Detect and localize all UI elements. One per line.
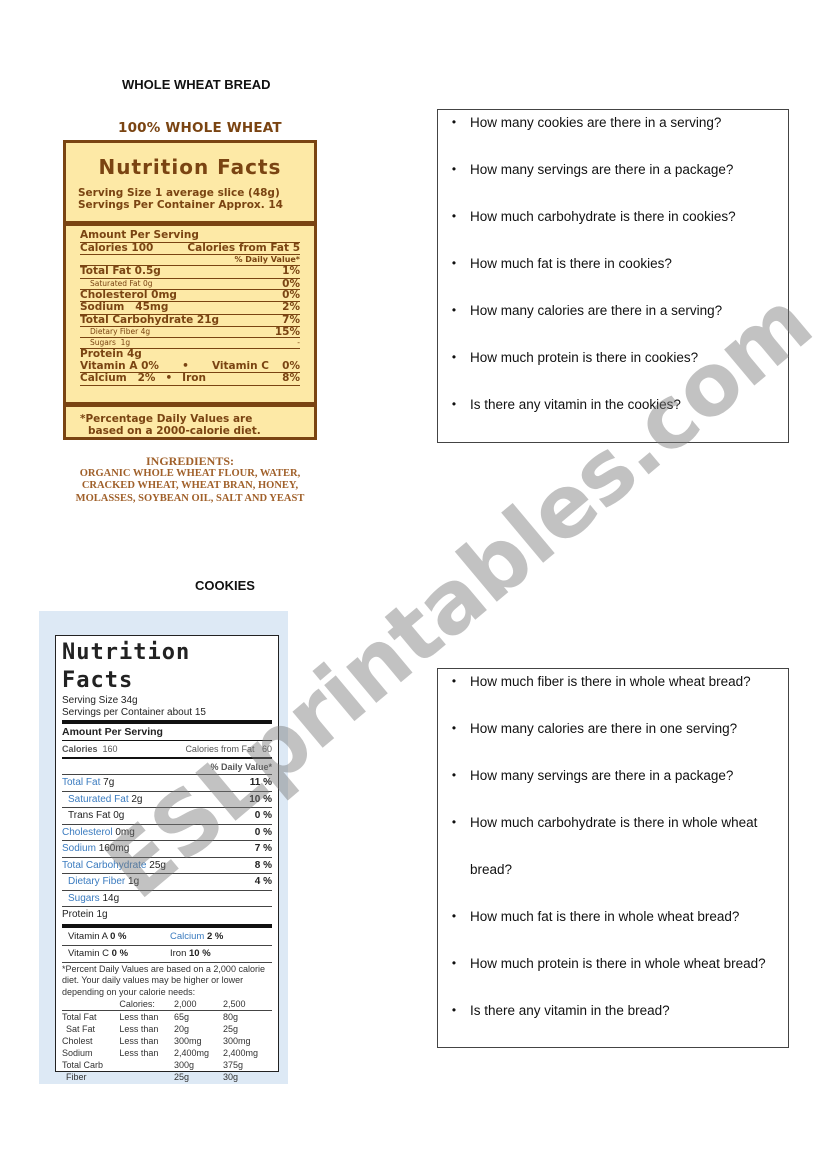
dv-table-row: Total Fat Less than 65g 80g	[62, 1012, 239, 1022]
bread-nutrient-row: Total Fat 0.5g 1%	[80, 265, 300, 279]
cookie-label-title: Nutrition Facts	[62, 640, 191, 693]
ingredients-line: CRACKED WHEAT, WHEAT BRAN, HONEY,	[81, 480, 299, 491]
bread-footnote: *Percentage Daily Values are based on a …	[80, 412, 261, 437]
bread-servings-per-container: Servings Per Container Approx. 14	[78, 199, 283, 211]
cookie-nutrient-row: Cholesterol 0mg 0 %	[62, 823, 272, 841]
cookie-nutrition-label: Nutrition Facts Serving Size 34g Serving…	[55, 635, 279, 1082]
bread-nutrient-row: Protein 4g	[80, 348, 142, 360]
bullet-icon: •	[451, 350, 457, 364]
cookie-footnote: *Percent Daily Values are based on a 2,0…	[62, 961, 272, 999]
bullet-icon: •	[451, 956, 457, 970]
bullet-icon: •	[451, 815, 457, 829]
cookie-nutrient-row: Trans Fat 0g 0 %	[62, 807, 272, 824]
question-item: • How much fiber is there in whole wheat …	[438, 658, 788, 705]
bullet-icon: •	[451, 256, 457, 270]
bread-amount-per-serving: Amount Per Serving	[80, 229, 300, 243]
bullet-icon: •	[451, 768, 457, 782]
bullet-icon: •	[451, 162, 457, 176]
cookie-nutrient-row: Dietary Fiber 1g 4 %	[62, 873, 272, 890]
bullet-icon: •	[451, 674, 457, 688]
bullet-icon: •	[451, 721, 457, 735]
question-item: • How much protein is there in whole whea…	[438, 940, 788, 987]
bread-nutrient-row: Dietary Fiber 4g 15%	[80, 327, 300, 338]
question-item: • How many calories are there in one serv…	[438, 705, 788, 752]
bread-brand: 100% WHOLE WHEAT	[118, 120, 282, 136]
question-item-continuation: bread?	[470, 862, 513, 877]
bullet-icon: •	[451, 209, 457, 223]
bread-ingredients: INGREDIENTS: ORGANIC WHOLE WHEAT FLOUR, …	[63, 455, 317, 505]
bread-nutrient-row: Total Carbohydrate 21g 7%	[80, 313, 300, 327]
cookie-amount-per-serving: Amount Per Serving	[62, 726, 163, 738]
question-item: • How much fat is there in cookies?	[438, 240, 788, 287]
cookie-nutrient-row: Sodium 160mg 7 %	[62, 840, 272, 857]
dv-table-row: Sodium Less than 2,400mg 2,400mg	[62, 1048, 259, 1058]
cookie-calories-row: Calories 160 Calories from Fat 60	[62, 744, 272, 754]
ingredients-line: ORGANIC WHOLE WHEAT FLOUR, WATER,	[79, 467, 301, 479]
divider	[62, 740, 272, 741]
question-item: • How many cookies are there in a serving…	[438, 99, 788, 146]
cookie-nutrient-row: Total Carbohydrate 25g 8 %	[62, 856, 272, 874]
bread-nutrient-row: Saturated Fat 0g 0%	[80, 278, 300, 290]
question-item: • Is there any vitamin in the cookies?	[438, 381, 788, 428]
cookie-vitamin-row: Vitamin C 0 % Iron 10 %	[62, 944, 272, 962]
question-item: • How much fat is there in whole wheat br…	[438, 893, 788, 940]
question-item: • How much carbohydrate is there in whole…	[438, 799, 788, 846]
ingredients-line: MOLASSES, SOYBEAN OIL, SALT AND YEAST	[75, 492, 305, 504]
bread-nutrient-row: Sodium 45mg 2%	[80, 301, 300, 315]
divider	[62, 720, 272, 724]
bullet-icon: •	[451, 303, 457, 317]
cookies-section-title: COOKIES	[195, 578, 255, 593]
dv-table-header: Calories: 2,000 2,500	[62, 998, 272, 1011]
bullet-icon: •	[451, 115, 457, 129]
cookie-nutrient-row: Total Fat 7g 11 %	[62, 774, 272, 791]
bread-calories: Calories 100	[80, 241, 154, 254]
bread-calories-from-fat: Calories from Fat 5	[187, 241, 300, 254]
bread-vitamin-row: Calcium 2% • Iron 8%	[80, 372, 300, 386]
cookie-vitamin-row: Vitamin A 0 % Calcium 2 %	[68, 930, 224, 942]
ingredients-header: INGREDIENTS:	[145, 454, 235, 468]
bullet-icon: •	[451, 397, 457, 411]
bullet-icon: •	[451, 1003, 457, 1017]
cookie-servings-per-container: Servings per Container about 15	[62, 707, 206, 718]
cookie-nutrient-row: Sugars 14g	[62, 889, 272, 907]
cookie-serving-size: Serving Size 34g	[62, 695, 138, 706]
bread-nutrition-label: Nutrition Facts Serving Size 1 average s…	[63, 140, 317, 440]
dv-table-row: Sat Fat Less than 20g 25g	[66, 1024, 239, 1034]
bread-calories-row: Calories 100 Calories from Fat 5	[80, 241, 300, 255]
bread-label-title: Nutrition Facts	[98, 155, 282, 179]
question-item: • Is there any vitamin in the bread?	[438, 987, 788, 1034]
cookie-daily-value-header: % Daily Value*	[210, 762, 272, 772]
bread-section-title: WHOLE WHEAT BREAD	[122, 77, 271, 92]
bread-serving-size: Serving Size 1 average slice (48g)	[78, 187, 280, 199]
bread-questions-box: • How much fiber is there in whole wheat …	[437, 668, 789, 1048]
question-item: • How many calories are there in a servin…	[438, 287, 788, 334]
question-item: • How many servings are there in a packag…	[438, 146, 788, 193]
dv-table-row: Fiber 25g 30g	[66, 1072, 239, 1082]
question-item: • How much protein is there in cookies?	[438, 334, 788, 381]
dv-table-row: Total Carb 300g 375g	[62, 1060, 244, 1070]
cookie-nutrient-row: Saturated Fat 2g 10 %	[62, 790, 272, 808]
bullet-icon: •	[451, 909, 457, 923]
dv-table-row: Cholest Less than 300mg 300mg	[62, 1036, 251, 1046]
divider	[62, 923, 272, 928]
cookie-questions-box: • How many cookies are there in a serving…	[437, 109, 789, 443]
divider	[62, 757, 272, 759]
question-item: • How much carbohydrate is there in cooki…	[438, 193, 788, 240]
question-item: • How many servings are there in a packag…	[438, 752, 788, 799]
cookie-daily-value-table: Calories: 2,000 2,500 Total Fat Less than 65…	[62, 998, 272, 1083]
cookie-nutrient-row: Protein 1g	[62, 906, 272, 923]
